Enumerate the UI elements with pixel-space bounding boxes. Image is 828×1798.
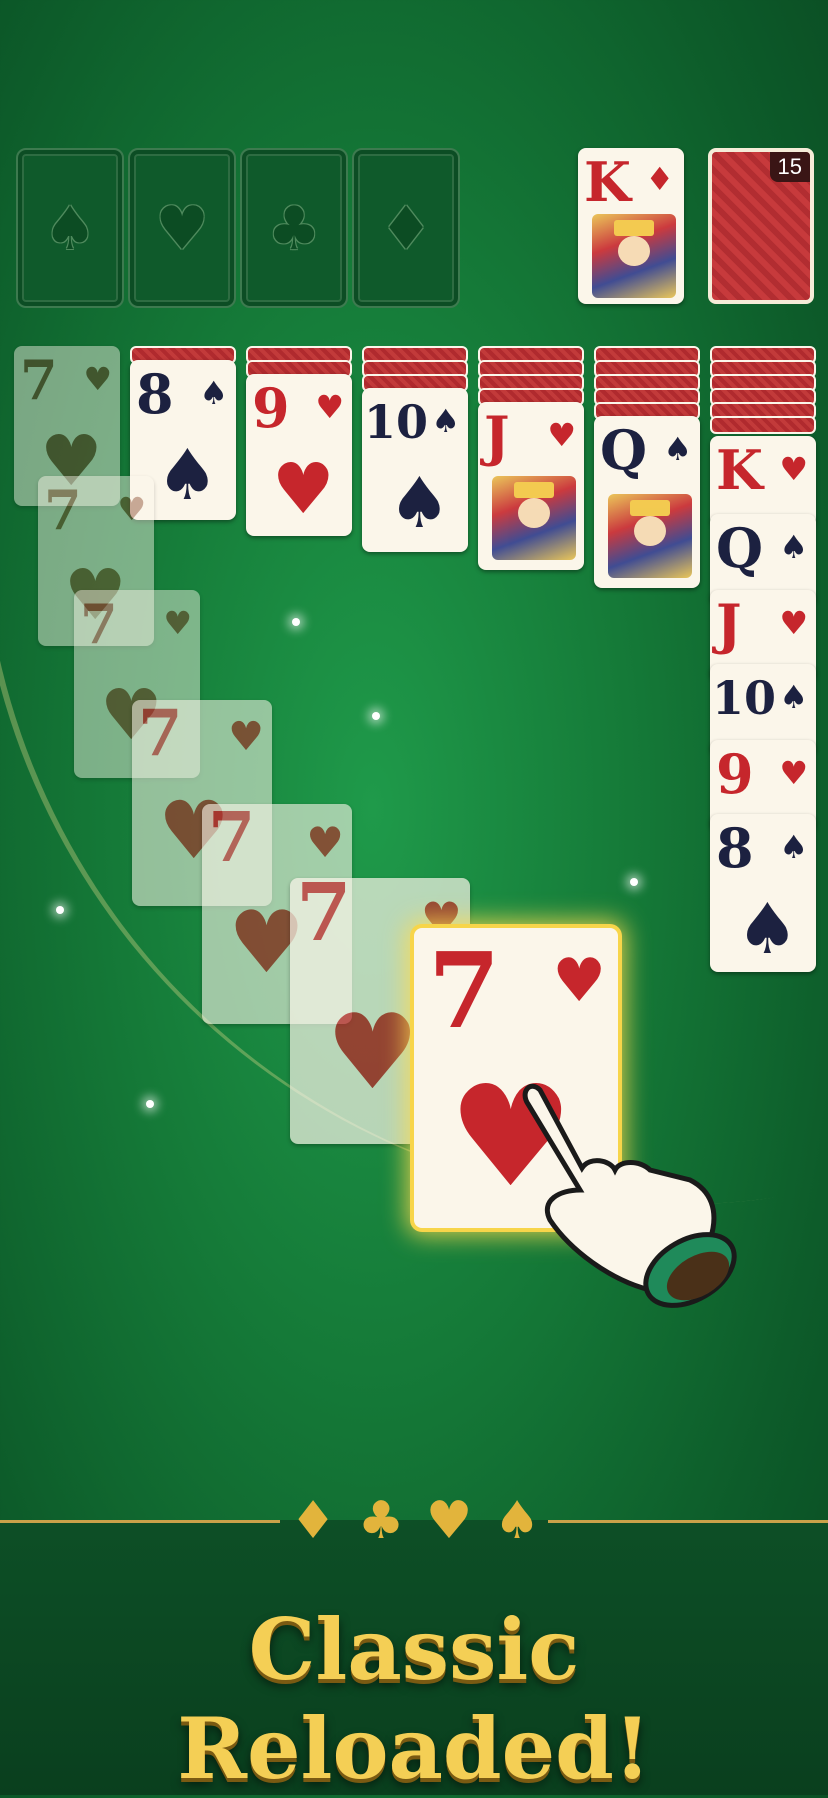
heart-icon: ♥ [326, 991, 420, 1113]
card-rank: 10 [364, 395, 429, 449]
spade-icon: ♠ [779, 678, 808, 716]
heart-icon: ♥ [155, 194, 209, 264]
divider-line [0, 1520, 280, 1523]
card-rank: Q [716, 516, 764, 580]
sparkle [372, 712, 380, 720]
card-rank: 8 [136, 362, 174, 426]
card-rank: 9 [716, 742, 754, 806]
spade-icon: ♠ [663, 430, 692, 468]
card-rank: 7 [428, 929, 501, 1052]
heart-icon: ♥ [779, 754, 808, 792]
sparkle [146, 1100, 154, 1108]
club-icon: ♣ [357, 1491, 405, 1551]
card-rank: J [716, 592, 742, 656]
heart-icon: ♥ [552, 946, 606, 1016]
heart-icon: ♥ [779, 450, 808, 488]
king-art [592, 214, 676, 298]
card-rank: 7 [80, 592, 118, 656]
spade-icon: ♠ [156, 434, 219, 516]
card-rank: Q [600, 418, 648, 482]
spade-icon: ♠ [779, 828, 808, 866]
spade-icon: ♠ [388, 462, 451, 544]
jack-art [492, 476, 576, 560]
sparkle [292, 618, 300, 626]
diamond-icon: ♦ [289, 1491, 337, 1551]
card-rank: 7 [44, 478, 82, 542]
spade-icon: ♠ [779, 528, 808, 566]
tableau-card[interactable]: Q ♠ [594, 416, 700, 588]
diamond-icon: ♦ [645, 160, 674, 198]
sparkle [630, 878, 638, 886]
foundation-spades[interactable]: ♠ [16, 148, 124, 308]
spade-icon: ♠ [493, 1491, 541, 1551]
tableau-card[interactable]: 10 ♠ ♠ [362, 388, 468, 552]
spade-icon: ♠ [431, 402, 460, 440]
card-back [710, 416, 816, 434]
heart-icon: ♥ [315, 388, 344, 426]
pointer-hand-icon [522, 1083, 737, 1308]
card-rank: 8 [716, 816, 754, 880]
waste-card[interactable]: K ♦ [578, 148, 684, 304]
heart-icon: ♥ [228, 714, 264, 760]
heart-icon: ♥ [306, 818, 344, 867]
club-icon: ♣ [267, 194, 321, 264]
heart-icon: ♥ [779, 604, 808, 642]
card-rank: K [584, 150, 631, 214]
heart-icon: ♥ [272, 448, 335, 530]
card-rank: 7 [296, 878, 352, 959]
heart-icon: ♥ [425, 1491, 473, 1551]
heart-icon: ♥ [163, 604, 192, 642]
tableau-card[interactable]: K ♥ [710, 436, 816, 526]
card-rank: 9 [252, 376, 290, 440]
heart-icon: ♥ [83, 360, 112, 398]
queen-art [608, 494, 692, 578]
heart-icon: ♥ [117, 490, 146, 528]
sparkle [56, 906, 64, 914]
card-rank: 7 [138, 700, 183, 771]
foundation-hearts[interactable]: ♥ [128, 148, 236, 308]
diamond-icon: ♦ [379, 194, 433, 264]
card-rank: 7 [20, 348, 58, 412]
card-rank: J [484, 404, 510, 468]
tableau-card[interactable]: 9 ♥ ♥ [246, 374, 352, 536]
card-rank: K [716, 438, 763, 502]
spade-icon: ♠ [199, 374, 228, 412]
stock-count-badge: 15 [769, 152, 810, 182]
card-rank: 10 [712, 671, 777, 725]
tagline: Classic Reloaded! [177, 1600, 651, 1798]
foundation-diamonds[interactable]: ♦ [352, 148, 460, 308]
tableau-card[interactable]: 8 ♠ ♠ [710, 814, 816, 972]
spade-icon: ♠ [43, 194, 97, 264]
foundation-clubs[interactable]: ♣ [240, 148, 348, 308]
spade-icon: ♠ [736, 888, 799, 970]
card-rank: 7 [208, 804, 256, 878]
tableau-card[interactable]: J ♥ [478, 402, 584, 570]
divider-line [548, 1520, 828, 1523]
stock-pile[interactable]: 15 [708, 148, 814, 304]
heart-icon: ♥ [547, 416, 576, 454]
